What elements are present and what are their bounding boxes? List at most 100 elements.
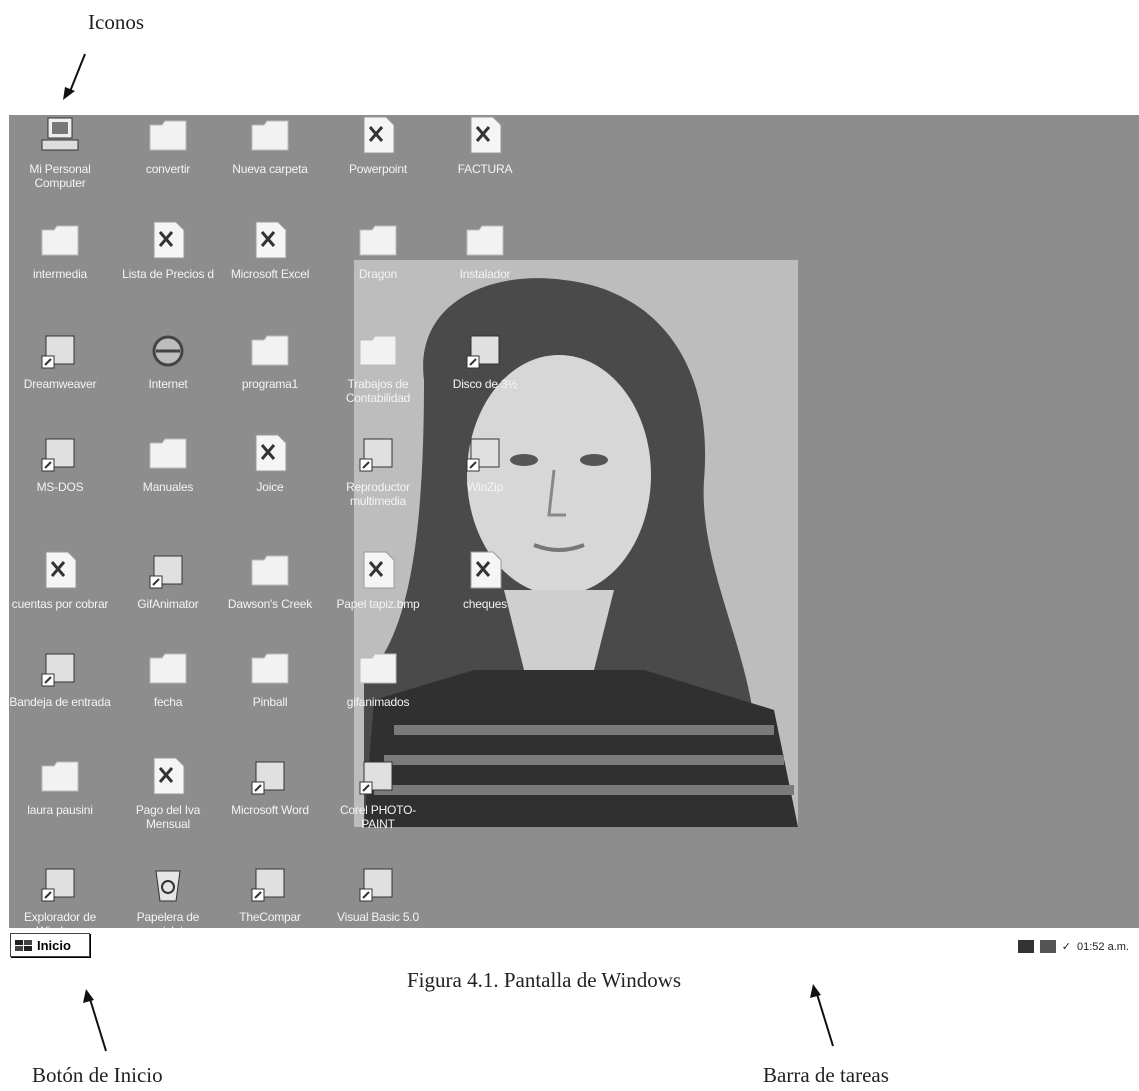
desktop-icon[interactable]: Nueva carpeta <box>219 115 321 176</box>
folder-icon <box>148 648 188 688</box>
folder-icon <box>40 756 80 796</box>
icons-arrow <box>63 53 86 100</box>
desktop-icon-label: Bandeja de entrada <box>9 695 111 709</box>
desktop-icon-label: MS-DOS <box>36 480 84 494</box>
network-icon[interactable] <box>1017 940 1034 953</box>
start-button[interactable]: Inicio <box>10 933 90 957</box>
taskbar[interactable]: Inicio ✓ 01:52 a.m. <box>0 928 1139 966</box>
winzip-icon <box>465 433 505 473</box>
desktop-icon[interactable]: Pago del Iva Mensual <box>117 756 219 831</box>
desktop-icon[interactable]: Trabajos de Contabilidad <box>327 330 429 405</box>
desktop-icon-label: WinZip <box>466 480 504 494</box>
inbox-icon <box>40 648 80 688</box>
desktop-icon[interactable]: Disco de 3½ <box>434 330 536 391</box>
clock[interactable]: 01:52 a.m. <box>1077 941 1129 953</box>
excel-file-icon <box>148 756 188 796</box>
desktop-icon[interactable]: FACTURA <box>434 115 536 176</box>
desktop-icon-label: Powerpoint <box>348 162 408 176</box>
desktop-icon-label: Joice <box>256 480 284 494</box>
excel-file-icon <box>148 220 188 260</box>
desktop-icon[interactable]: WinZip <box>434 433 536 494</box>
folder-icon <box>250 648 290 688</box>
excel-shortcut-icon <box>250 220 290 260</box>
desktop-icon-label: GifAnimator <box>137 597 199 611</box>
desktop-icon[interactable]: cuentas por cobrar <box>9 550 111 611</box>
desktop-icon-label: Instalador <box>459 267 511 281</box>
desktop-icon[interactable]: Corel PHOTO-PAINT <box>327 756 429 831</box>
desktop-icon[interactable]: Internet <box>117 330 219 391</box>
system-tray[interactable]: ✓ 01:52 a.m. <box>1017 940 1129 953</box>
desktop-icon[interactable]: Powerpoint <box>327 115 429 176</box>
desktop-icon[interactable]: MS-DOS <box>9 433 111 494</box>
desktop-icon[interactable]: GifAnimator <box>117 550 219 611</box>
desktop-icon-label: programa1 <box>241 377 299 391</box>
desktop-icon-label: Dragon <box>358 267 398 281</box>
folder-icon <box>250 115 290 155</box>
bitmap-file-icon <box>358 550 398 590</box>
powerpoint-file-icon <box>358 115 398 155</box>
folder-icon <box>358 330 398 370</box>
folder-icon <box>40 220 80 260</box>
desktop-icon-label: intermedia <box>32 267 88 281</box>
folder-icon <box>358 220 398 260</box>
desktop-icon[interactable]: Papelera de reciclaje <box>117 863 219 928</box>
desktop-icon[interactable]: Dreamweaver <box>9 330 111 391</box>
document-icon <box>250 433 290 473</box>
word-file-icon <box>465 115 505 155</box>
recycle-bin-icon <box>148 863 188 903</box>
desktop-icon-label: Microsoft Word <box>231 803 309 817</box>
desktop-icon[interactable]: Reproductor multimedia <box>327 433 429 508</box>
desktop-icon[interactable]: Bandeja de entrada <box>9 648 111 709</box>
desktop-icon[interactable]: Lista de Precios d <box>117 220 219 281</box>
start-button-label: Inicio <box>37 937 71 953</box>
desktop-icon[interactable]: Microsoft Word <box>219 756 321 817</box>
desktop-icon[interactable]: fecha <box>117 648 219 709</box>
shortcut-app-icon <box>40 330 80 370</box>
desktop-icon-label: Papelera de reciclaje <box>136 910 200 928</box>
internet-explorer-icon <box>148 330 188 370</box>
taskbar-annotation: Barra de tareas <box>763 1063 889 1087</box>
desktop-icon-label: Microsoft Excel <box>230 267 310 281</box>
desktop-icon[interactable]: Pinball <box>219 648 321 709</box>
desktop-icon[interactable]: Microsoft Excel <box>219 220 321 281</box>
desktop-icon[interactable]: Instalador <box>434 220 536 281</box>
start-arrow <box>83 989 107 1052</box>
desktop[interactable]: Mi Personal Computer intermedia Dreamweave… <box>9 115 1139 928</box>
word-shortcut-icon <box>250 756 290 796</box>
desktop-icon-label: Trabajos de Contabilidad <box>345 377 411 405</box>
start-annotation: Botón de Inicio <box>32 1063 163 1087</box>
desktop-icon-label: FACTURA <box>457 162 513 176</box>
explorer-icon <box>40 863 80 903</box>
computer-icon <box>40 115 80 155</box>
desktop-icon[interactable]: Explorador de Windows <box>9 863 111 928</box>
msdos-icon <box>40 433 80 473</box>
taskbar-arrow <box>810 984 834 1047</box>
windows-logo-icon <box>15 940 32 951</box>
volume-icon[interactable]: ✓ <box>1062 940 1071 953</box>
desktop-icon[interactable]: TheCompar <box>219 863 321 924</box>
desktop-icon-label: Lista de Precios d <box>122 267 214 281</box>
excel-file-icon <box>465 550 505 590</box>
monitor-icon[interactable] <box>1039 940 1056 953</box>
video-file-icon <box>250 863 290 903</box>
desktop-icon[interactable]: Mi Personal Computer <box>9 115 111 190</box>
desktop-icon[interactable]: Dawson's Creek <box>219 550 321 611</box>
desktop-icon[interactable]: Dragon <box>327 220 429 281</box>
desktop-icon-label: Dreamweaver <box>23 377 97 391</box>
desktop-icon[interactable]: gifanimados <box>327 648 429 709</box>
desktop-icon[interactable]: convertir <box>117 115 219 176</box>
desktop-icon[interactable]: Visual Basic 5.0 <box>327 863 429 924</box>
desktop-icon[interactable]: Joice <box>219 433 321 494</box>
desktop-icon[interactable]: intermedia <box>9 220 111 281</box>
desktop-icon-label: Explorador de Windows <box>23 910 97 928</box>
desktop-icon[interactable]: cheques <box>434 550 536 611</box>
desktop-icon-label: convertir <box>145 162 191 176</box>
desktop-icon[interactable]: Papel tapiz.bmp <box>327 550 429 611</box>
desktop-icon[interactable]: laura pausini <box>9 756 111 817</box>
desktop-icon-label: cuentas por cobrar <box>11 597 109 611</box>
desktop-icon[interactable]: programa1 <box>219 330 321 391</box>
desktop-icon-label: Pinball <box>252 695 288 709</box>
desktop-icon-label: Corel PHOTO-PAINT <box>339 803 417 831</box>
desktop-icon-label: fecha <box>153 695 183 709</box>
desktop-icon[interactable]: Manuales <box>117 433 219 494</box>
